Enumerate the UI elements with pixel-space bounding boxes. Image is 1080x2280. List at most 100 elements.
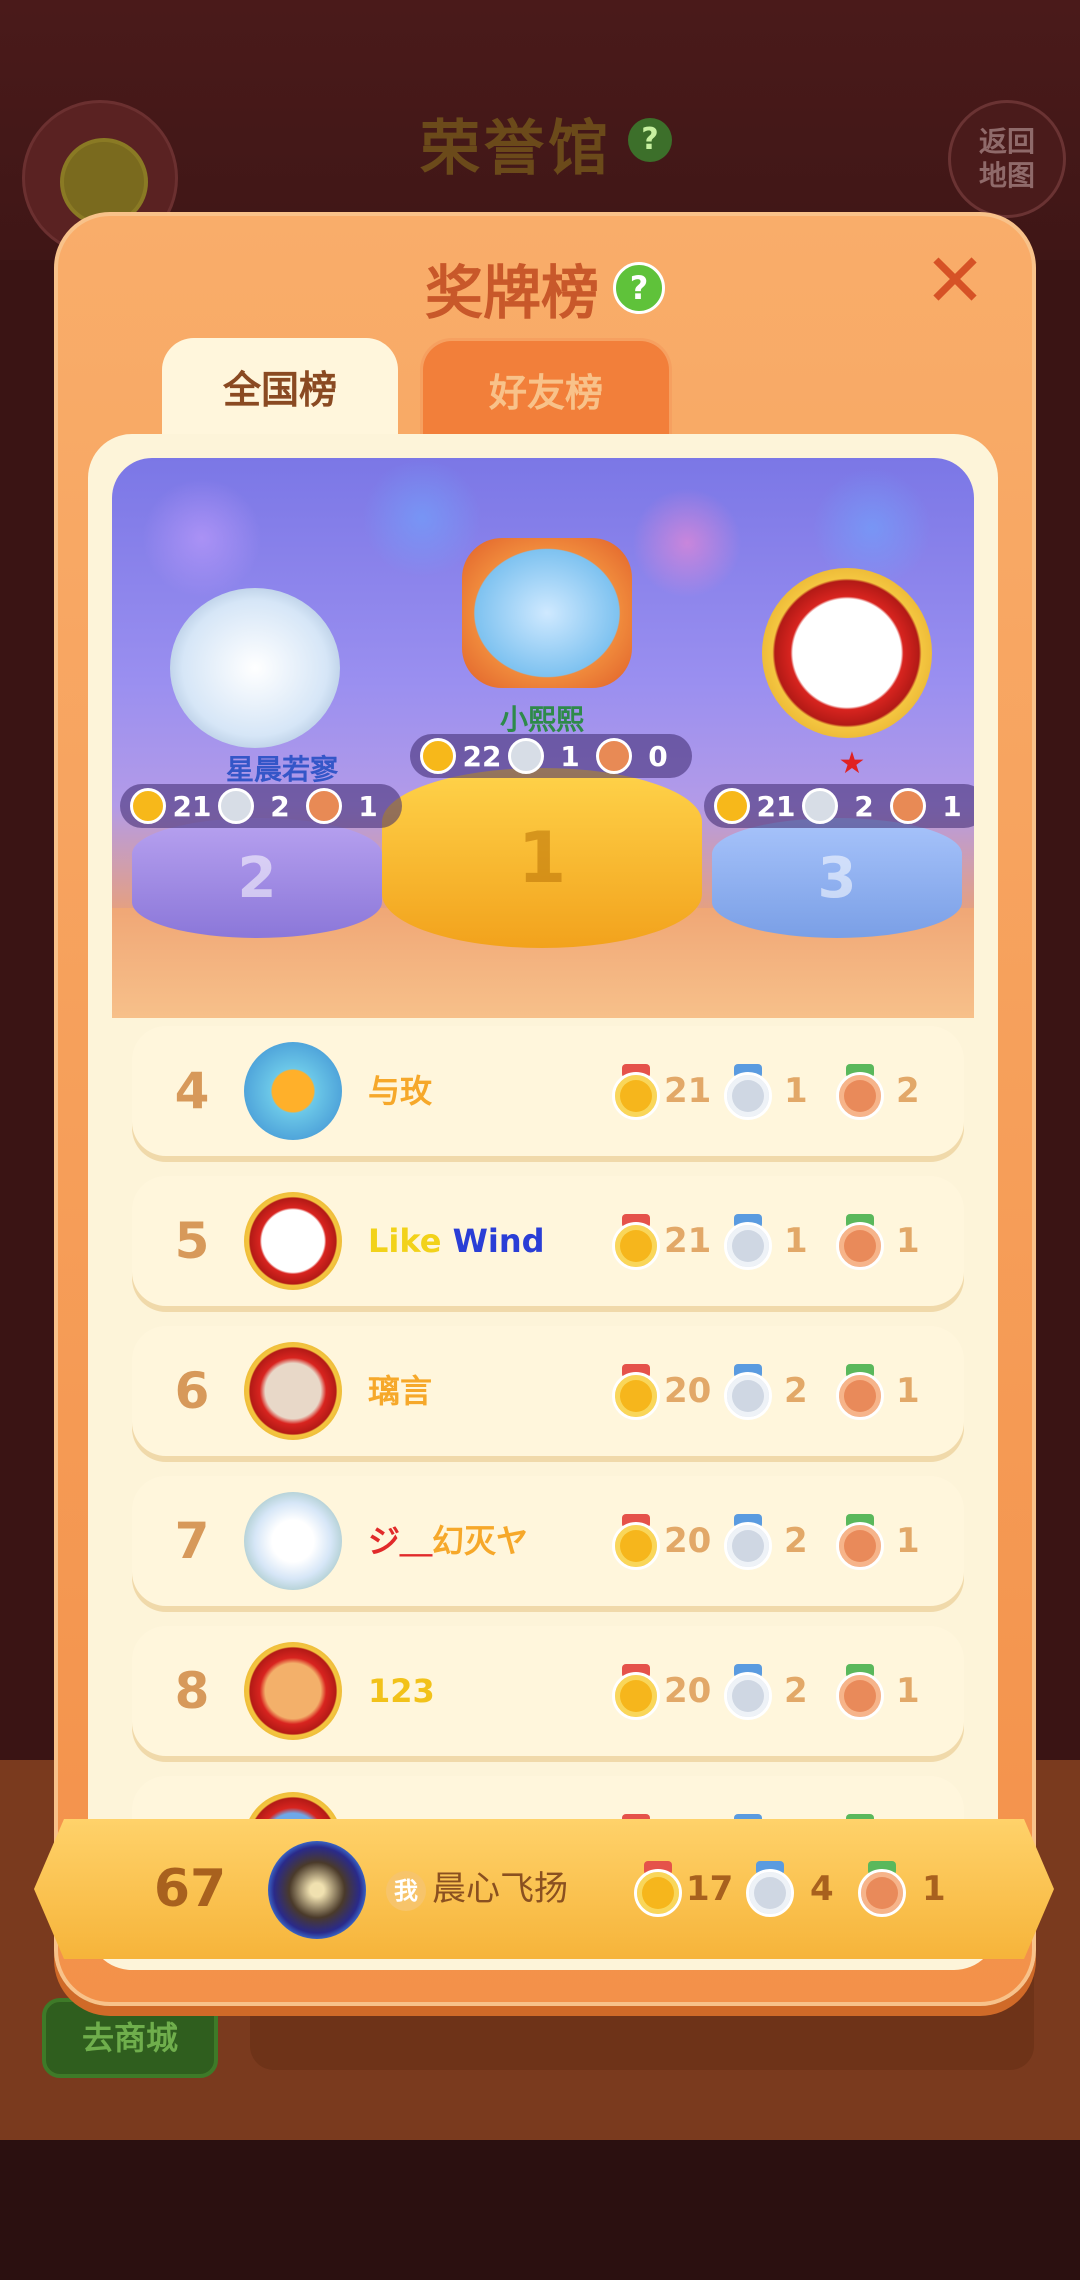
gold-count: 21 [756, 789, 796, 823]
gold-medal-icon [714, 788, 750, 824]
silver-count: 1 [784, 1071, 808, 1111]
silver-count: 2 [784, 1371, 808, 1411]
player-name-rank-3: ★ [838, 746, 866, 781]
player-name: 123 [368, 1672, 435, 1710]
player-name: Like Wind [368, 1176, 545, 1306]
gold-medal-icon [612, 1064, 660, 1120]
help-icon[interactable]: ? [628, 118, 672, 162]
silver-medal-icon [218, 788, 254, 824]
bronze-medal-icon [306, 788, 342, 824]
bronze-count: 1 [896, 1521, 920, 1561]
background-footer [0, 2140, 1080, 2280]
bronze-medal-icon [836, 1664, 884, 1720]
player-name: 璃言 [368, 1372, 433, 1410]
my-player-name: 晨心飞扬 [432, 1869, 568, 1909]
gold-count: 17 [686, 1869, 734, 1909]
firework [632, 488, 742, 598]
bronze-medal-icon [836, 1514, 884, 1570]
leaderboard-row[interactable]: 6 璃言 20 2 1 [132, 1326, 964, 1456]
firework [362, 458, 482, 578]
gold-count: 22 [462, 739, 502, 773]
my-avatar[interactable] [268, 1841, 366, 1939]
gold-count: 21 [172, 789, 212, 823]
pedestal-3: 3 [712, 818, 962, 938]
silver-medal-icon [724, 1064, 772, 1120]
silver-count: 2 [784, 1521, 808, 1561]
bronze-medal-icon [858, 1861, 906, 1917]
bronze-count: 0 [648, 739, 668, 773]
silver-count: 2 [784, 1671, 808, 1711]
medal-counts-rank-3: 21 2 1 [704, 784, 974, 828]
gold-medal-icon [420, 738, 456, 774]
rank-number: 5 [174, 1212, 210, 1270]
medal-counts-rank-1: 22 1 0 [410, 734, 692, 778]
bronze-medal-icon [836, 1364, 884, 1420]
gold-medal-icon [612, 1514, 660, 1570]
bronze-medal-icon [836, 1064, 884, 1120]
avatar-rank-1[interactable] [462, 538, 632, 688]
tab-national[interactable]: 全国榜 [162, 338, 398, 438]
gold-count: 21 [664, 1221, 712, 1261]
gold-count: 21 [664, 1071, 712, 1111]
bronze-count: 1 [358, 789, 378, 823]
my-rank-row[interactable]: 67 我 晨心飞扬 17 4 1 [34, 1819, 1054, 1959]
silver-medal-icon [802, 788, 838, 824]
leaderboard-row[interactable]: 5 Like Wind 21 1 1 [132, 1176, 964, 1306]
silver-medal-icon [724, 1214, 772, 1270]
avatar[interactable] [244, 1342, 342, 1440]
gold-medal-icon [612, 1214, 660, 1270]
close-icon[interactable]: ✕ [920, 244, 990, 318]
player-name: 与玫 [368, 1072, 433, 1110]
me-badge: 我 [386, 1871, 426, 1911]
bronze-count: 1 [942, 789, 962, 823]
silver-count: 1 [784, 1221, 808, 1261]
bronze-medal-icon [596, 738, 632, 774]
rank-number: 7 [174, 1512, 210, 1570]
avatar[interactable] [244, 1492, 342, 1590]
firework [142, 478, 262, 598]
rank-number: 4 [174, 1062, 210, 1120]
tab-friends[interactable]: 好友榜 [420, 338, 672, 441]
bronze-count: 1 [896, 1671, 920, 1711]
bronze-count: 1 [896, 1371, 920, 1411]
gold-count: 20 [664, 1671, 712, 1711]
silver-medal-icon [724, 1664, 772, 1720]
player-name-part: ジ＿ [368, 1522, 433, 1560]
silver-count: 1 [560, 739, 580, 773]
avatar[interactable] [244, 1042, 342, 1140]
modal-title-text: 奖牌榜 [424, 259, 599, 327]
modal-title: 奖牌榜 ? [58, 246, 1032, 330]
silver-medal-icon [508, 738, 544, 774]
podium: 2 1 3 星晨若寥 小熙熙 ★ 21 2 1 22 1 0 21 2 1 [112, 458, 974, 1018]
pedestal-1: 1 [382, 768, 702, 948]
gold-count: 20 [664, 1371, 712, 1411]
bronze-count: 1 [896, 1221, 920, 1261]
rank-number: 8 [174, 1662, 210, 1720]
back-to-map-button[interactable]: 返回 地图 [948, 100, 1066, 218]
player-name-part: Like [368, 1222, 442, 1260]
bronze-count: 1 [922, 1869, 946, 1909]
gold-medal-icon [130, 788, 166, 824]
leaderboard-panel: 2 1 3 星晨若寥 小熙熙 ★ 21 2 1 22 1 0 21 2 1 4 … [88, 434, 998, 1970]
player-name-part: Wind [452, 1222, 545, 1260]
avatar[interactable] [244, 1642, 342, 1740]
silver-count: 2 [854, 789, 874, 823]
gold-medal-icon [612, 1364, 660, 1420]
avatar-rank-2[interactable] [170, 588, 340, 748]
gold-count: 20 [664, 1521, 712, 1561]
help-icon[interactable]: ? [613, 262, 665, 314]
avatar[interactable] [244, 1192, 342, 1290]
leaderboard-row[interactable]: 8 123 20 2 1 [132, 1626, 964, 1756]
player-name: ジ＿幻灭ヤ [368, 1476, 528, 1606]
go-shop-button[interactable]: 去商城 [42, 1998, 218, 2078]
rank-number: 6 [174, 1362, 210, 1420]
silver-medal-icon [724, 1364, 772, 1420]
silver-count: 4 [810, 1869, 834, 1909]
leaderboard-row[interactable]: 4 与玫 21 1 2 [132, 1026, 964, 1156]
medal-counts-rank-2: 21 2 1 [120, 784, 402, 828]
avatar-rank-3[interactable] [762, 568, 932, 738]
leaderboard-row[interactable]: 7 ジ＿幻灭ヤ 20 2 1 [132, 1476, 964, 1606]
silver-count: 2 [270, 789, 290, 823]
player-name-part: 幻灭ヤ [432, 1522, 529, 1560]
bronze-medal-icon [836, 1214, 884, 1270]
